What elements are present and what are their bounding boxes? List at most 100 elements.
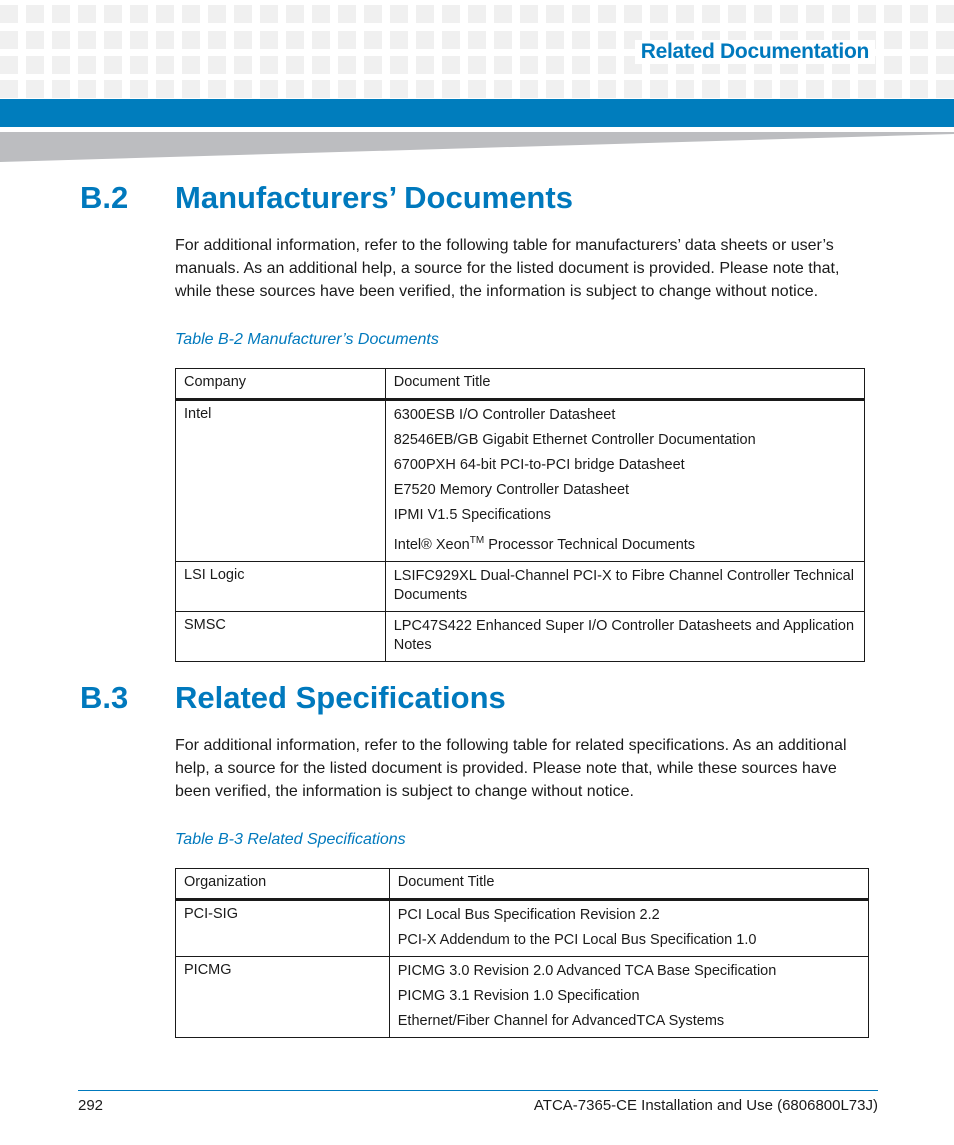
section-intro-paragraph: For additional information, refer to the… bbox=[175, 237, 840, 300]
company-cell: LSI Logic bbox=[175, 560, 386, 612]
header-tile bbox=[572, 5, 590, 23]
header-tile bbox=[494, 80, 512, 98]
header-tile bbox=[858, 5, 876, 23]
header-tile bbox=[442, 80, 460, 98]
header-tile bbox=[130, 56, 148, 74]
document-title: IPMI V1.5 Specifications bbox=[393, 507, 551, 523]
table-header-row: Company Document Title bbox=[175, 368, 866, 401]
document-title: 82546EB/GB Gigabit Ethernet Controller D… bbox=[393, 432, 756, 448]
header-tile bbox=[442, 31, 460, 49]
header-tile bbox=[208, 31, 226, 49]
header-tile bbox=[858, 80, 876, 98]
xeon-suffix: Processor Technical Documents bbox=[484, 536, 696, 553]
header-tile bbox=[234, 31, 252, 49]
header-tile bbox=[338, 56, 356, 74]
header-tile bbox=[156, 80, 174, 98]
document-title-cell: PICMG 3.0 Revision 2.0 Advanced TCA Base… bbox=[388, 956, 870, 1038]
header-tile bbox=[936, 5, 954, 23]
related-specifications-table: Organization Document Title PCI-SIG PCI … bbox=[175, 868, 870, 1038]
header-tile bbox=[182, 56, 200, 74]
table-row: LSI Logic LSIFC929XL Dual-Channel PCI-X … bbox=[175, 560, 866, 612]
header-tile bbox=[104, 31, 122, 49]
table-row: Intel 6300ESB I/O Controller Datasheet 8… bbox=[175, 399, 866, 562]
document-title-cell: 6300ESB I/O Controller Datasheet 82546EB… bbox=[384, 399, 866, 562]
header-tile bbox=[598, 56, 616, 74]
header-tile bbox=[260, 5, 278, 23]
header-tile bbox=[650, 80, 668, 98]
header-tile bbox=[884, 56, 902, 74]
header-tile bbox=[0, 56, 18, 74]
document-title: 6700PXH 64-bit PCI-to-PCI bridge Datashe… bbox=[393, 457, 685, 473]
document-title: PCI-X Addendum to the PCI Local Bus Spec… bbox=[397, 932, 757, 948]
organization-cell: PICMG bbox=[175, 956, 390, 1038]
header-tile bbox=[650, 5, 668, 23]
header-tile bbox=[26, 5, 44, 23]
header-tile bbox=[832, 5, 850, 23]
document-title-cell: LSIFC929XL Dual-Channel PCI-X to Fibre C… bbox=[384, 560, 866, 612]
header-tile bbox=[0, 5, 18, 23]
header-tile bbox=[78, 56, 96, 74]
header-tile bbox=[26, 31, 44, 49]
document-title: Intel® XeonTM Processor Technical Docume… bbox=[394, 531, 856, 555]
header-tile bbox=[286, 31, 304, 49]
section-heading-b3: B.3 Related Specifications bbox=[80, 680, 506, 716]
xeon-prefix: Intel® Xeon bbox=[393, 536, 470, 553]
header-tile bbox=[754, 80, 772, 98]
header-tile bbox=[156, 31, 174, 49]
header-tile bbox=[416, 80, 434, 98]
header-tile bbox=[416, 56, 434, 74]
header-tile bbox=[572, 80, 590, 98]
header-tile bbox=[182, 80, 200, 98]
tile-row bbox=[0, 80, 954, 98]
manufacturers-documents-table: Company Document Title Intel 6300ESB I/O… bbox=[175, 368, 866, 662]
header-tile bbox=[52, 31, 70, 49]
section-number: B.3 bbox=[80, 680, 129, 715]
header-tile bbox=[624, 80, 642, 98]
header-tile bbox=[208, 5, 226, 23]
header-tile bbox=[806, 5, 824, 23]
header-tile bbox=[234, 56, 252, 74]
column-header: Document Title bbox=[388, 868, 870, 901]
header-tile bbox=[676, 5, 694, 23]
header-tile bbox=[364, 31, 382, 49]
table-row: PICMG PICMG 3.0 Revision 2.0 Advanced TC… bbox=[175, 956, 870, 1038]
header-tile bbox=[416, 31, 434, 49]
header-tile bbox=[0, 31, 18, 49]
header-tile bbox=[572, 31, 590, 49]
header-tile bbox=[546, 80, 564, 98]
document-title: PICMG 3.0 Revision 2.0 Advanced TCA Base… bbox=[397, 963, 777, 979]
header-tile bbox=[780, 5, 798, 23]
header-tile bbox=[260, 56, 278, 74]
header-tile bbox=[104, 56, 122, 74]
table-caption: Table B-3 Related Specifications bbox=[175, 831, 406, 848]
header-tile bbox=[754, 5, 772, 23]
header-tile bbox=[234, 80, 252, 98]
document-title: PCI Local Bus Specification Revision 2.2 bbox=[397, 907, 660, 923]
header-tile bbox=[260, 80, 278, 98]
header-tile bbox=[468, 56, 486, 74]
header-tile bbox=[520, 5, 538, 23]
header-tile bbox=[286, 56, 304, 74]
header-tile bbox=[442, 56, 460, 74]
header-tile bbox=[780, 80, 798, 98]
document-title-cell: LPC47S422 Enhanced Super I/O Controller … bbox=[384, 610, 866, 662]
header-tile bbox=[208, 80, 226, 98]
header-tile bbox=[936, 80, 954, 98]
header-tile bbox=[624, 5, 642, 23]
header-tile bbox=[390, 80, 408, 98]
header-tile bbox=[182, 5, 200, 23]
header-tile bbox=[312, 56, 330, 74]
header-tile bbox=[598, 5, 616, 23]
header-tile bbox=[78, 31, 96, 49]
trademark-sup: TM bbox=[469, 535, 485, 546]
header-tile bbox=[286, 5, 304, 23]
header-tile bbox=[52, 5, 70, 23]
document-title: E7520 Memory Controller Datasheet bbox=[393, 482, 630, 498]
company-cell: SMSC bbox=[175, 610, 386, 662]
header-tile bbox=[130, 31, 148, 49]
column-header: Document Title bbox=[384, 368, 866, 401]
header-tile bbox=[104, 5, 122, 23]
footer-document-title: ATCA-7365-CE Installation and Use (68068… bbox=[533, 1097, 878, 1114]
tile-row bbox=[0, 5, 954, 23]
header-tile bbox=[286, 80, 304, 98]
